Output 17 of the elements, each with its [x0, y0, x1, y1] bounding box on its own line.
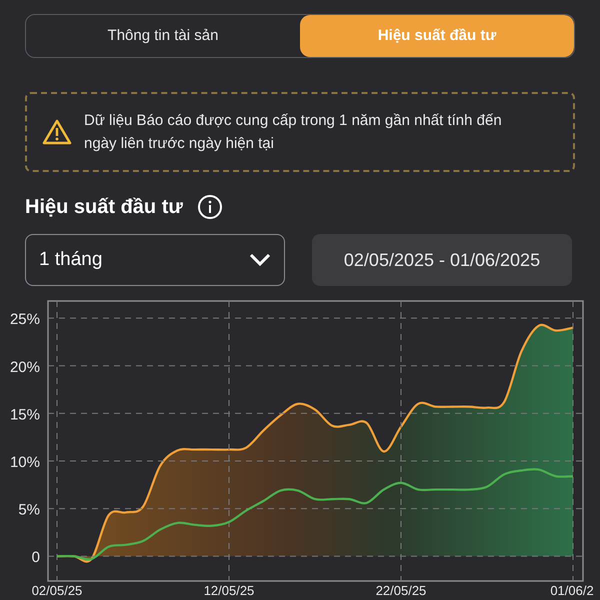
y-axis-label: 15% — [10, 406, 40, 424]
y-axis-label: 5% — [18, 502, 40, 519]
section-title: Hiệu suất đầu tư — [25, 195, 183, 220]
info-icon[interactable] — [196, 194, 223, 220]
period-select[interactable]: 1 tháng — [25, 234, 285, 286]
x-axis-label: 22/05/25 — [376, 583, 426, 598]
notice-text: Dữ liệu Báo cáo được cung cấp trong 1 năm gần nhất tính đến ngày liên trước ngày hiện tại — [84, 111, 503, 154]
warning-icon — [42, 119, 72, 145]
date-range-field[interactable]: 02/05/2025 - 01/06/2025 — [312, 234, 572, 286]
chevron-down-icon — [249, 253, 271, 267]
y-axis-label: 0 — [32, 549, 40, 566]
y-axis-label: 10% — [10, 454, 40, 471]
y-axis-label: 25% — [10, 311, 40, 328]
x-axis-label: 12/05/25 — [204, 583, 254, 598]
x-axis-label: 02/05/25 — [32, 583, 82, 598]
x-axis-label: 01/06/2 — [550, 583, 594, 598]
y-axis-label: 20% — [10, 358, 40, 376]
